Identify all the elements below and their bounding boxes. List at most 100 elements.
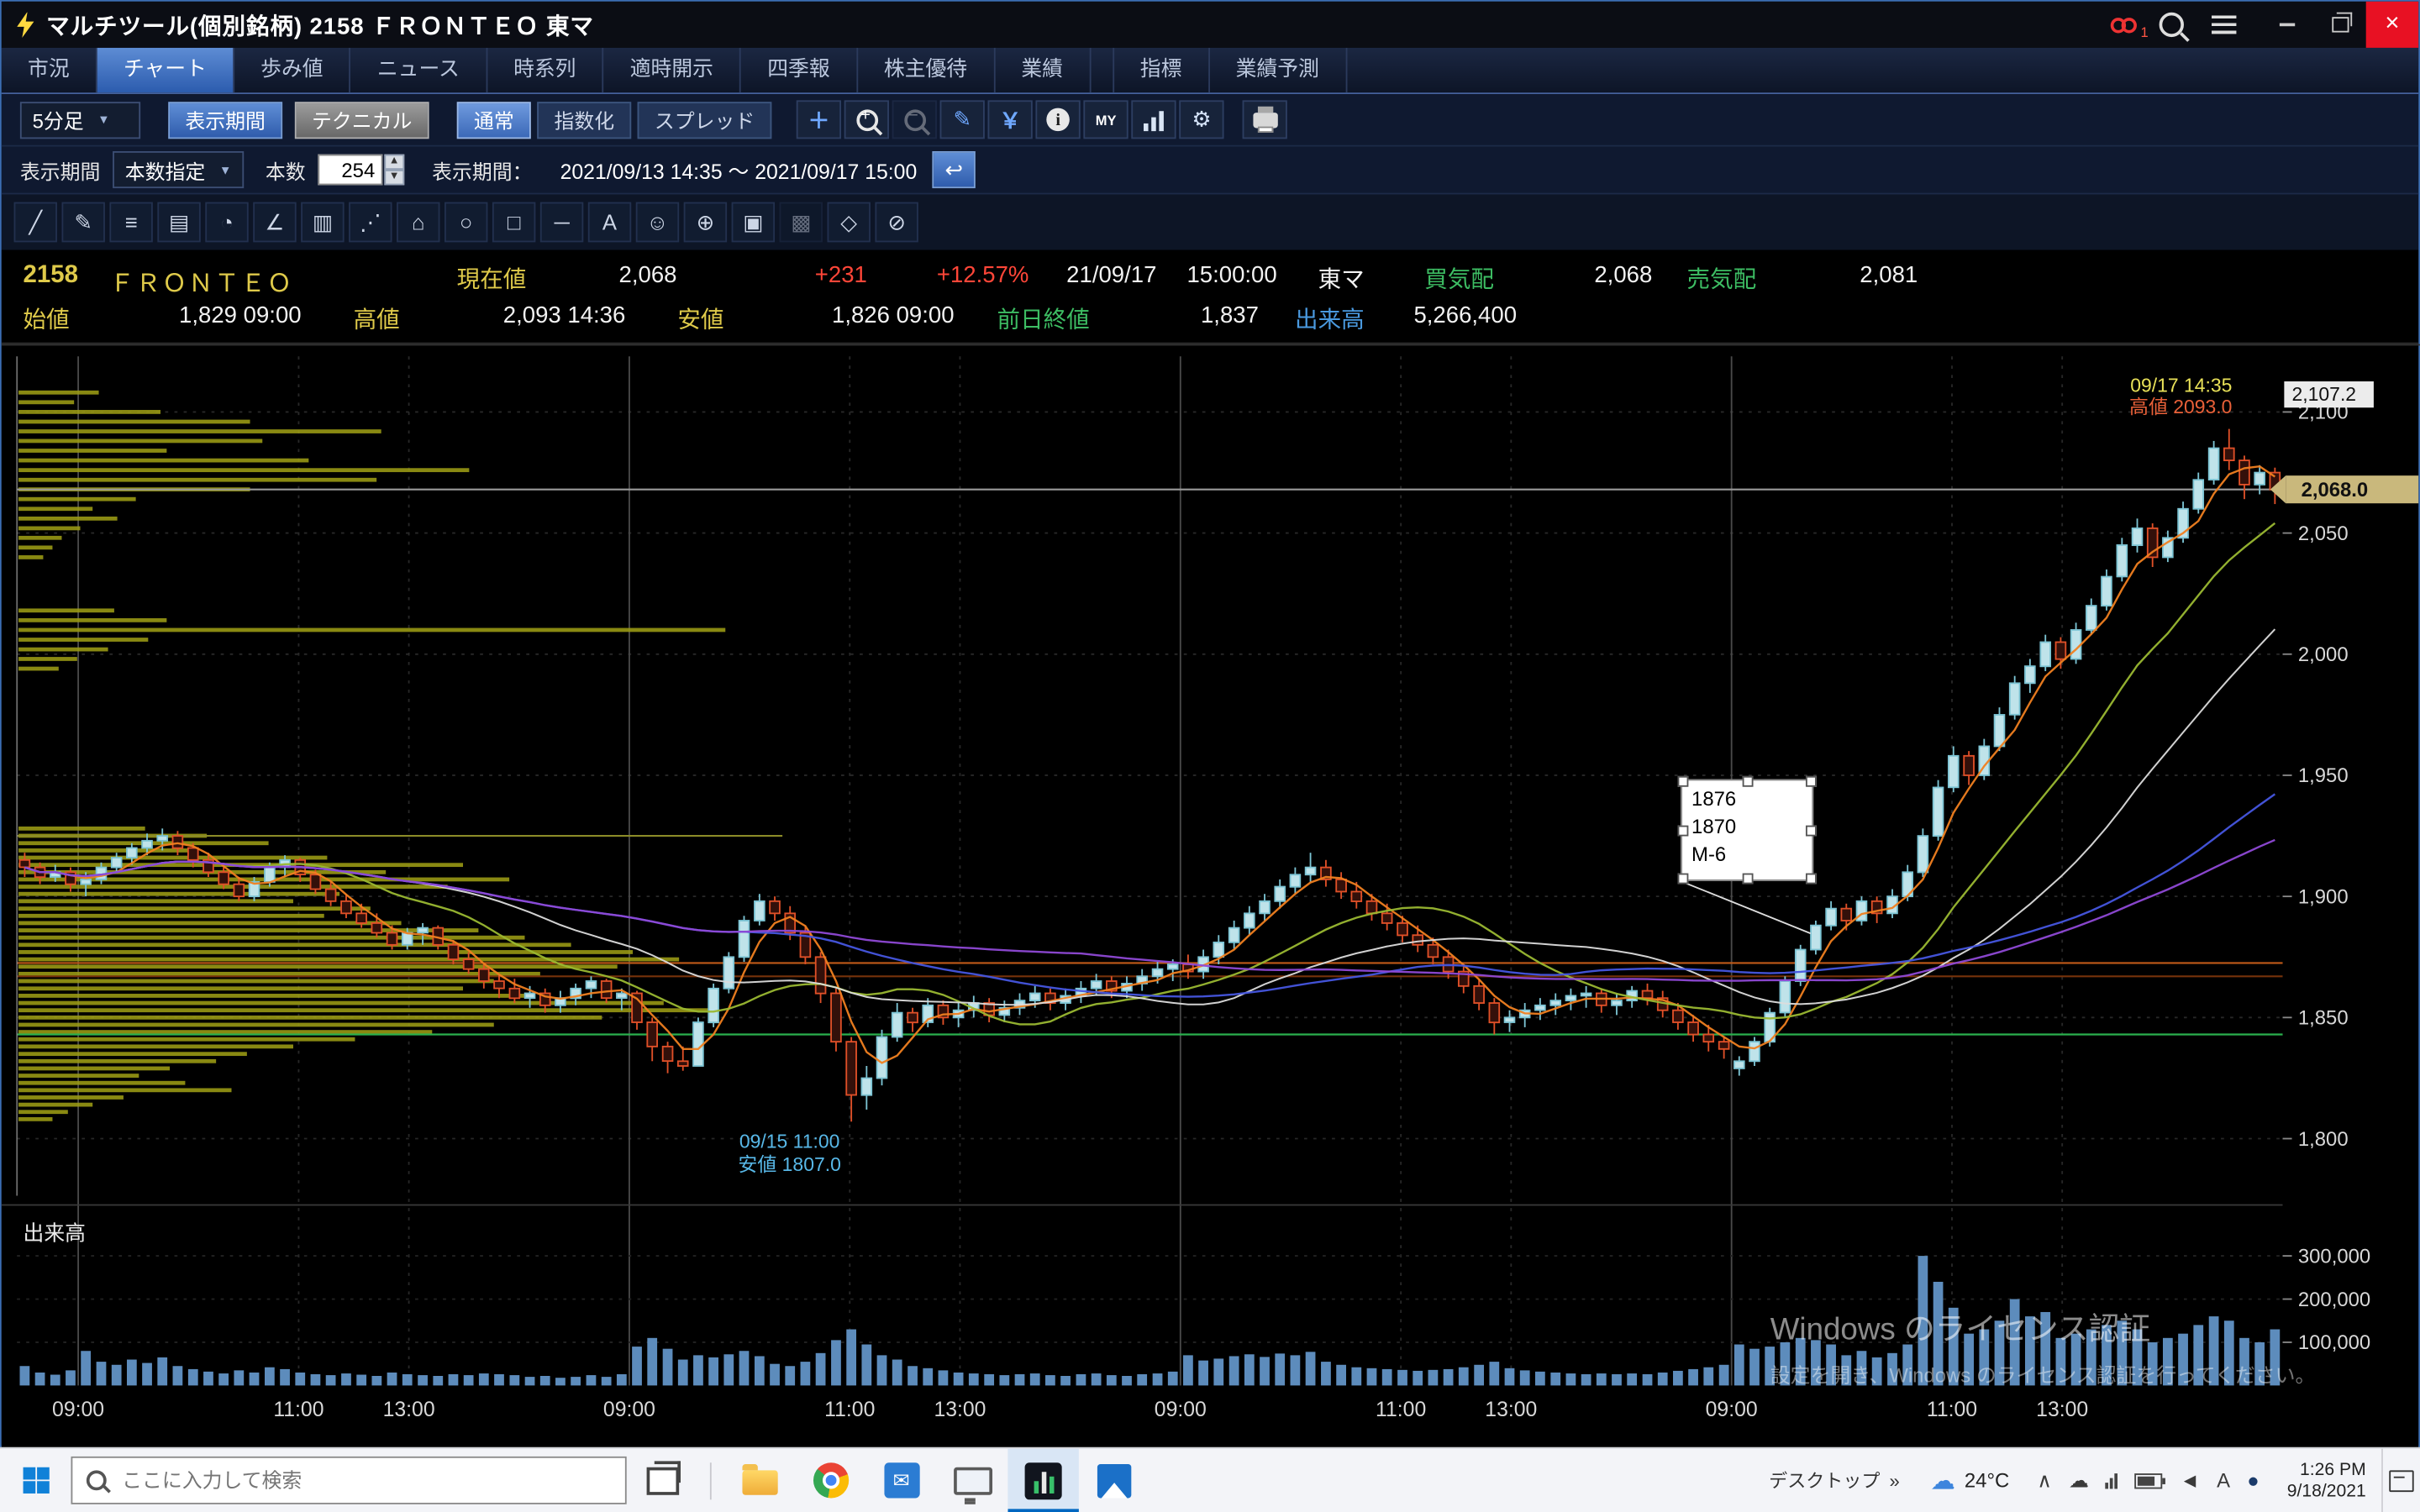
weather-widget[interactable]: ☁ 24°C: [1915, 1465, 2024, 1496]
price-tick-label: 1,850: [2298, 1007, 2349, 1030]
resize-handle[interactable]: [1806, 776, 1817, 787]
freehand-tool[interactable]: ✎: [61, 202, 104, 243]
file-explorer-button[interactable]: [723, 1449, 794, 1512]
gauge-tool[interactable]: ◔: [205, 202, 248, 243]
mode-normal-button[interactable]: 通常: [457, 101, 531, 138]
market-name: 東マ: [1318, 262, 1365, 295]
zoom-in-icon[interactable]: [844, 100, 889, 139]
bar-count-mode-select[interactable]: 本数指定: [113, 151, 244, 188]
onedrive-cloud-icon[interactable]: ☁: [2069, 1468, 2089, 1493]
resize-handle[interactable]: [1743, 776, 1754, 787]
icon-stamp-tool[interactable]: ☺: [636, 202, 679, 243]
menu-icon[interactable]: [2212, 15, 2236, 34]
resize-handle[interactable]: [1743, 874, 1754, 885]
timeframe-select[interactable]: 5分足: [20, 101, 140, 138]
tab-earnings-forecast[interactable]: 業績予測: [1209, 48, 1346, 92]
display-connect-button[interactable]: [937, 1449, 1007, 1512]
mail-app-button[interactable]: ✉: [865, 1449, 936, 1512]
start-button[interactable]: [0, 1449, 71, 1512]
time-axis-label: 13:00: [934, 1399, 986, 1421]
horizontal-ray-tool[interactable]: ─: [540, 202, 583, 243]
photos-app-button[interactable]: [1079, 1449, 1150, 1512]
mode-spread-button[interactable]: スプレッド: [638, 101, 772, 138]
ime-indicator[interactable]: A: [2217, 1469, 2230, 1493]
volume-icon[interactable]: ◄: [2180, 1469, 2200, 1493]
chart-note-annotation[interactable]: 1876 1870 M-6: [1681, 780, 1813, 881]
resize-handle[interactable]: [1806, 874, 1817, 885]
taskbar-search[interactable]: [71, 1457, 626, 1504]
show-hidden-icons-chevron[interactable]: ∧: [2037, 1468, 2051, 1493]
open-label: 始値: [24, 302, 70, 335]
clear-all-tool[interactable]: ⊘: [875, 202, 918, 243]
horizontal-lines-tool[interactable]: ≡: [109, 202, 152, 243]
vertical-lines-tool[interactable]: ▥: [301, 202, 344, 243]
action-center-button[interactable]: [2381, 1449, 2420, 1512]
tab-shareholder-benefit[interactable]: 株主優待: [858, 48, 995, 92]
resize-handle[interactable]: [1678, 776, 1689, 787]
restore-button[interactable]: [2313, 2, 2365, 48]
zoom-out-icon[interactable]: [892, 100, 937, 139]
app-tray-dot-icon[interactable]: ●: [2247, 1469, 2259, 1493]
resize-handle[interactable]: [1678, 826, 1689, 837]
trendline-tool[interactable]: ╱: [14, 202, 57, 243]
rectangle-tool[interactable]: □: [492, 202, 535, 243]
my-chart-icon[interactable]: MY: [1084, 100, 1128, 139]
display-period-button[interactable]: 表示期間: [168, 101, 282, 138]
resize-handle[interactable]: [1678, 874, 1689, 885]
quote-time: 15:00:00: [1186, 262, 1276, 288]
draw-pencil-icon[interactable]: ✎: [940, 100, 985, 139]
task-view-button[interactable]: [627, 1449, 697, 1512]
photos-icon: [1097, 1463, 1131, 1497]
close-button[interactable]: [2366, 2, 2418, 48]
tab-timeseries[interactable]: 時系列: [487, 48, 604, 92]
yen-icon[interactable]: ￥: [988, 100, 1033, 139]
technical-button[interactable]: テクニカル: [295, 101, 429, 138]
link-group-icon[interactable]: 1: [2110, 14, 2138, 34]
tab-earnings[interactable]: 業績: [995, 48, 1091, 92]
resize-handle[interactable]: [1806, 826, 1817, 837]
pin-annotation-tool[interactable]: ⊕: [684, 202, 727, 243]
info-icon[interactable]: [1036, 100, 1081, 139]
search-icon[interactable]: [2160, 13, 2184, 37]
minimize-button[interactable]: [2261, 2, 2313, 48]
network-icon[interactable]: [2106, 1473, 2118, 1488]
battery-icon[interactable]: [2135, 1473, 2163, 1488]
tab-shikiho[interactable]: 四季報: [741, 48, 858, 92]
chart-area[interactable]: 2,1002,0502,0001,9501,9001,8501,80009:00…: [2, 344, 2418, 1455]
tab-disclosure[interactable]: 適時開示: [604, 48, 741, 92]
parallel-lines-tool[interactable]: ▤: [157, 202, 200, 243]
search-input[interactable]: [71, 1457, 626, 1504]
price-tick-label: 1,800: [2298, 1128, 2349, 1151]
time-axis-label: 09:00: [603, 1399, 655, 1421]
copy-tool[interactable]: ▣: [732, 202, 775, 243]
bar-count-stepper[interactable]: ▲▼: [384, 155, 404, 186]
taskbar-clock[interactable]: 1:26 PM 9/18/2021: [2271, 1459, 2381, 1502]
mode-indexed-button[interactable]: 指数化: [537, 101, 631, 138]
zigzag-tool[interactable]: ⋰: [349, 202, 392, 243]
desktop-toolbar[interactable]: デスクトップ»: [1754, 1467, 1915, 1494]
tab-tick[interactable]: 歩み値: [234, 48, 351, 92]
time-axis-label: 11:00: [1927, 1399, 1977, 1421]
tab-market[interactable]: 市況: [2, 48, 97, 92]
time-axis-label: 09:00: [52, 1399, 104, 1421]
tab-chart[interactable]: チャート: [97, 48, 234, 92]
time-axis-label: 13:00: [383, 1399, 435, 1421]
print-icon[interactable]: [1243, 100, 1287, 139]
text-tool[interactable]: A: [588, 202, 631, 243]
crosshair-icon[interactable]: ＋: [797, 100, 841, 139]
chrome-button[interactable]: [795, 1449, 865, 1512]
tab-indicators[interactable]: 指標: [1113, 48, 1210, 92]
angle-line-tool[interactable]: ∠: [253, 202, 296, 243]
polygon-tool[interactable]: ⌂: [397, 202, 439, 243]
tab-news[interactable]: ニュース: [351, 48, 487, 92]
eraser-tool[interactable]: ◇: [827, 202, 870, 243]
ellipse-tool[interactable]: ○: [445, 202, 487, 243]
trading-app-button[interactable]: [1007, 1449, 1078, 1512]
candlestick-chart[interactable]: 2,1002,0502,0001,9501,9001,8501,80009:00…: [2, 344, 2420, 1455]
area-chart-icon[interactable]: [1131, 100, 1176, 139]
region-select-tool[interactable]: ▩: [780, 202, 823, 243]
undo-icon[interactable]: ↩: [933, 151, 976, 188]
wrench-icon[interactable]: ⚙: [1179, 100, 1223, 139]
bar-count-input[interactable]: [318, 155, 382, 186]
volume-bars: [20, 1256, 2281, 1385]
